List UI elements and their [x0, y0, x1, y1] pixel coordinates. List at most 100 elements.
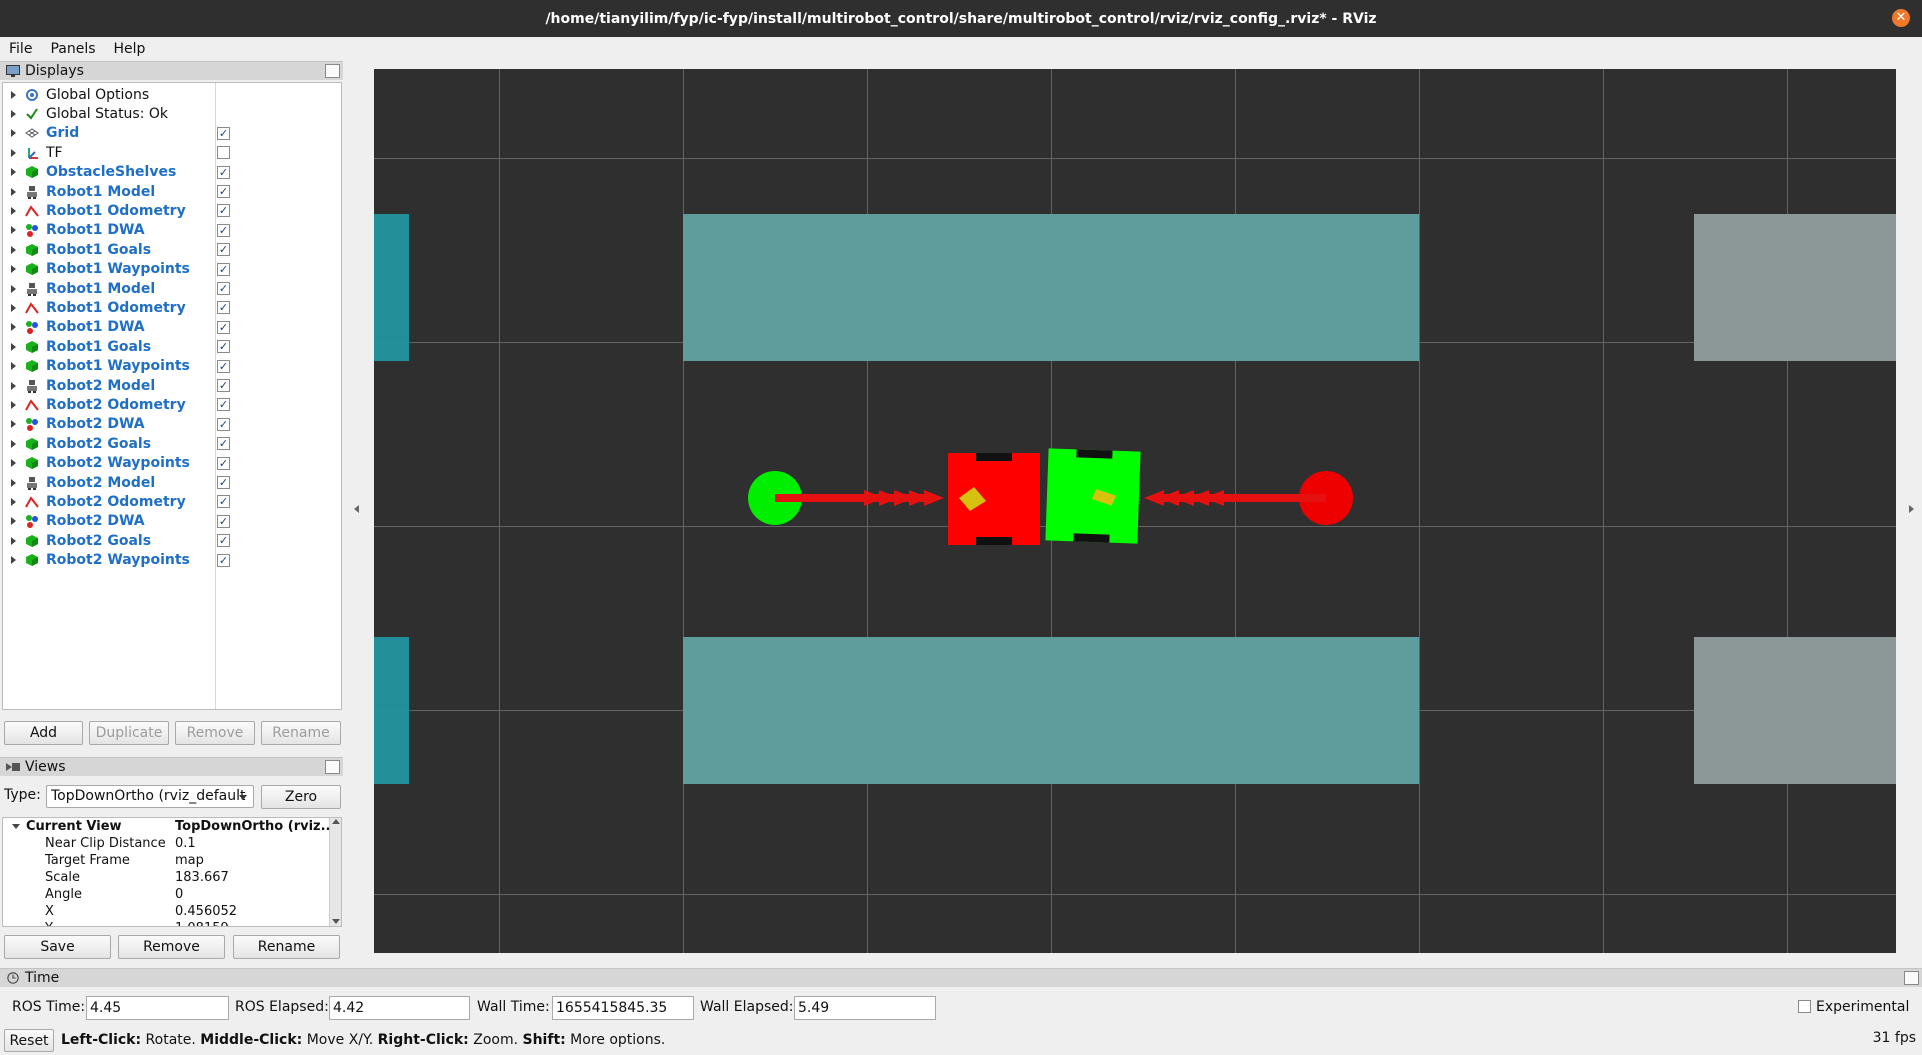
menu-panels[interactable]: Panels — [41, 41, 104, 57]
view-property-row[interactable]: Target Frame map — [3, 852, 329, 869]
display-item[interactable]: Robot2 Goals ✓ — [3, 531, 341, 550]
display-item[interactable]: Robot1 DWA ✓ — [3, 221, 341, 240]
display-item[interactable]: Grid ✓ — [3, 124, 341, 143]
display-item[interactable]: ObstacleShelves ✓ — [3, 163, 341, 182]
expand-arrow-icon[interactable] — [11, 168, 16, 177]
view-property-value[interactable]: 0.456052 — [175, 904, 237, 919]
display-item[interactable]: Robot1 Goals ✓ — [3, 240, 341, 259]
scroll-up-icon[interactable] — [332, 819, 340, 824]
view-properties[interactable]: Current View TopDownOrtho (rviz... Near … — [2, 817, 342, 927]
reset-button[interactable]: Reset — [4, 1029, 54, 1052]
display-item[interactable]: Robot1 Odometry ✓ — [3, 298, 341, 317]
view-property-row[interactable]: Angle 0 — [3, 886, 329, 903]
ros-time-field[interactable]: 4.45 — [86, 996, 229, 1020]
time-undock-button[interactable] — [1904, 971, 1919, 985]
display-item[interactable]: Robot1 DWA ✓ — [3, 318, 341, 337]
display-enable-checkbox[interactable]: ✓ — [217, 165, 230, 179]
expand-arrow-icon[interactable] — [12, 824, 20, 829]
expand-arrow-icon[interactable] — [11, 187, 16, 196]
display-item[interactable]: Robot2 Waypoints ✓ — [3, 454, 341, 473]
expand-arrow-icon[interactable] — [11, 556, 16, 565]
display-item[interactable]: Robot2 DWA ✓ — [3, 512, 341, 531]
scroll-down-icon[interactable] — [332, 919, 340, 924]
display-item[interactable]: Robot2 Waypoints ✓ — [3, 551, 341, 570]
ros-elapsed-field[interactable]: 4.42 — [329, 996, 470, 1020]
expand-arrow-icon[interactable] — [11, 303, 16, 312]
expand-arrow-icon[interactable] — [11, 536, 16, 545]
display-item[interactable]: Robot1 Waypoints ✓ — [3, 357, 341, 376]
experimental-checkbox[interactable] — [1798, 1000, 1811, 1013]
save-view-button[interactable]: Save — [4, 935, 111, 959]
display-item[interactable]: Robot2 Goals ✓ — [3, 434, 341, 453]
expand-arrow-icon[interactable] — [11, 129, 16, 138]
expand-arrow-icon[interactable] — [11, 323, 16, 332]
display-enable-checkbox[interactable]: ✓ — [217, 301, 230, 315]
expand-arrow-icon[interactable] — [11, 90, 16, 99]
close-icon[interactable]: ✕ — [1892, 9, 1910, 27]
expand-arrow-icon[interactable] — [11, 109, 16, 118]
view-property-value[interactable]: 0.1 — [175, 836, 196, 851]
display-item[interactable]: Robot2 Odometry ✓ — [3, 492, 341, 511]
display-item[interactable]: Global Options — [3, 85, 341, 104]
display-item[interactable]: Robot2 Odometry ✓ — [3, 395, 341, 414]
expand-arrow-icon[interactable] — [11, 439, 16, 448]
display-enable-checkbox[interactable]: ✓ — [217, 553, 230, 567]
display-item[interactable]: Robot2 Model ✓ — [3, 473, 341, 492]
display-item[interactable]: Robot1 Waypoints ✓ — [3, 260, 341, 279]
display-enable-checkbox[interactable]: ✓ — [217, 495, 230, 509]
display-item[interactable]: Robot1 Model ✓ — [3, 182, 341, 201]
add-display-button[interactable]: Add — [4, 721, 83, 745]
display-item[interactable]: Robot1 Goals ✓ — [3, 337, 341, 356]
expand-arrow-icon[interactable] — [11, 517, 16, 526]
expand-arrow-icon[interactable] — [11, 206, 16, 215]
display-enable-checkbox[interactable]: ✓ — [217, 359, 230, 373]
view-property-value[interactable]: 1.08159 — [175, 921, 229, 926]
view-property-row[interactable]: Y 1.08159 — [3, 920, 329, 926]
display-enable-checkbox[interactable]: ✓ — [217, 340, 230, 354]
expand-arrow-icon[interactable] — [11, 459, 16, 468]
display-item[interactable]: Robot1 Model ✓ — [3, 279, 341, 298]
menu-file[interactable]: File — [0, 41, 41, 57]
expand-arrow-icon[interactable] — [11, 265, 16, 274]
properties-scrollbar[interactable] — [329, 818, 341, 926]
zero-view-button[interactable]: Zero — [261, 785, 341, 809]
expand-arrow-icon[interactable] — [11, 226, 16, 235]
display-item[interactable]: Global Status: Ok — [3, 104, 341, 123]
display-enable-checkbox[interactable]: ✓ — [217, 534, 230, 548]
expand-arrow-icon[interactable] — [11, 420, 16, 429]
display-enable-checkbox[interactable]: ✓ — [217, 398, 230, 412]
view-property-row[interactable]: Scale 183.667 — [3, 869, 329, 886]
undock-button[interactable] — [325, 64, 340, 78]
display-item[interactable]: Robot2 Model ✓ — [3, 376, 341, 395]
collapse-right-icon[interactable] — [1909, 505, 1914, 513]
expand-arrow-icon[interactable] — [11, 381, 16, 390]
wall-time-field[interactable]: 1655415845.35 — [552, 996, 694, 1020]
expand-arrow-icon[interactable] — [11, 362, 16, 371]
display-enable-checkbox[interactable]: ✓ — [217, 126, 230, 140]
rename-display-button[interactable]: Rename — [261, 721, 341, 745]
remove-view-button[interactable]: Remove — [118, 935, 225, 959]
display-item[interactable]: Robot1 Odometry ✓ — [3, 201, 341, 220]
display-enable-checkbox[interactable]: ✓ — [217, 437, 230, 451]
display-item[interactable]: TF — [3, 143, 341, 162]
current-view-row[interactable]: Current View TopDownOrtho (rviz... — [3, 818, 335, 835]
view-property-row[interactable]: Near Clip Distance 0.1 — [3, 835, 329, 852]
display-enable-checkbox[interactable]: ✓ — [217, 417, 230, 431]
display-enable-checkbox[interactable]: ✓ — [217, 243, 230, 257]
collapse-left-icon[interactable] — [354, 505, 359, 513]
display-enable-checkbox[interactable]: ✓ — [217, 204, 230, 218]
duplicate-display-button[interactable]: Duplicate — [89, 721, 169, 745]
display-enable-checkbox[interactable]: ✓ — [217, 320, 230, 334]
view-property-value[interactable]: 183.667 — [175, 870, 229, 885]
views-undock-button[interactable] — [325, 760, 340, 774]
display-enable-checkbox[interactable]: ✓ — [217, 282, 230, 295]
view-property-value[interactable]: 0 — [175, 887, 183, 902]
expand-arrow-icon[interactable] — [11, 245, 16, 254]
display-enable-checkbox[interactable]: ✓ — [217, 185, 230, 198]
display-enable-checkbox[interactable]: ✓ — [217, 476, 230, 489]
expand-arrow-icon[interactable] — [11, 400, 16, 409]
view-property-value[interactable]: map — [175, 853, 204, 868]
menu-help[interactable]: Help — [105, 41, 155, 57]
displays-tree[interactable]: Global Options Global Status: Ok Grid ✓ TF Ob… — [2, 82, 342, 710]
display-enable-checkbox[interactable]: ✓ — [217, 514, 230, 528]
